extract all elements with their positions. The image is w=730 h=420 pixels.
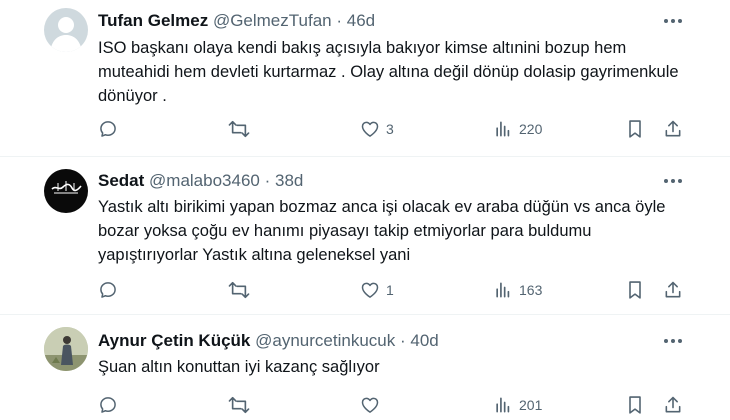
analytics-icon — [496, 282, 510, 298]
more-options-button[interactable] — [660, 330, 686, 352]
action-bar: 201 — [98, 394, 698, 416]
display-name[interactable]: Aynur Çetin Küçük — [98, 331, 250, 350]
reply-icon — [100, 282, 116, 298]
view-count: 220 — [519, 121, 543, 137]
separator-dot: · — [336, 11, 343, 30]
reply-icon — [100, 121, 116, 137]
retweet-button[interactable] — [228, 279, 256, 301]
timestamp[interactable]: 40d — [410, 331, 438, 350]
bookmark-icon — [629, 120, 641, 138]
views-button[interactable]: 163 — [493, 279, 542, 301]
heart-icon — [361, 397, 379, 413]
separator-dot: · — [399, 331, 406, 350]
ellipsis-icon — [664, 179, 682, 183]
reply-button[interactable] — [98, 394, 124, 416]
default-avatar-icon — [50, 17, 82, 52]
reply-button[interactable] — [98, 118, 124, 140]
like-count: 1 — [386, 282, 394, 298]
bookmark-button[interactable] — [626, 279, 644, 301]
views-button[interactable]: 220 — [493, 118, 542, 140]
separator-dot: · — [264, 171, 271, 190]
retweet-icon — [228, 120, 250, 138]
more-options-button[interactable] — [660, 170, 686, 192]
retweet-button[interactable] — [228, 118, 256, 140]
tweet-header: Aynur Çetin Küçük @aynurcetinkucuk · 40d — [98, 330, 439, 352]
analytics-icon — [496, 121, 510, 137]
like-button[interactable]: 3 — [360, 118, 394, 140]
share-button[interactable] — [663, 394, 683, 416]
photo-avatar-icon — [44, 327, 88, 371]
bookmark-icon — [629, 396, 641, 414]
views-button[interactable]: 201 — [493, 394, 542, 416]
share-button[interactable] — [663, 118, 683, 140]
user-handle[interactable]: @aynurcetinkucuk — [255, 331, 395, 350]
view-count: 201 — [519, 397, 543, 413]
tweet-2[interactable]: Sedat @malabo3460 · 38d Yastık altı biri… — [0, 157, 730, 315]
retweet-button[interactable] — [228, 394, 256, 416]
tweet-text: ISO başkanı olaya kendi bakış açısıyla b… — [98, 39, 684, 105]
avatar[interactable] — [44, 8, 88, 52]
user-handle[interactable]: @GelmezTufan — [213, 11, 332, 30]
calligraphy-avatar-icon — [51, 181, 82, 194]
bookmark-icon — [629, 281, 641, 299]
like-count: 3 — [386, 121, 394, 137]
display-name[interactable]: Tufan Gelmez — [98, 11, 208, 30]
like-button[interactable]: 1 — [360, 279, 394, 301]
avatar[interactable] — [44, 327, 88, 371]
ellipsis-icon — [664, 19, 682, 23]
tweet-header: Tufan Gelmez @GelmezTufan · 46d — [98, 10, 375, 32]
analytics-icon — [496, 397, 510, 413]
retweet-icon — [228, 396, 250, 414]
action-bar: 1 163 — [98, 279, 698, 301]
timestamp[interactable]: 46d — [347, 11, 375, 30]
bookmark-button[interactable] — [626, 394, 644, 416]
action-bar: 3 220 — [98, 118, 698, 140]
reply-icon — [100, 397, 116, 413]
share-button[interactable] — [663, 279, 683, 301]
tweet-text: Yastık altı birikimi yapan bozmaz anca i… — [98, 198, 670, 264]
retweet-icon — [228, 281, 250, 299]
heart-icon — [361, 282, 379, 298]
user-handle[interactable]: @malabo3460 — [149, 171, 260, 190]
view-count: 163 — [519, 282, 543, 298]
avatar[interactable] — [44, 169, 88, 213]
bookmark-button[interactable] — [626, 118, 644, 140]
ellipsis-icon — [664, 339, 682, 343]
tweet-header: Sedat @malabo3460 · 38d — [98, 170, 303, 192]
reply-button[interactable] — [98, 279, 124, 301]
display-name[interactable]: Sedat — [98, 171, 144, 190]
tweet-1[interactable]: Tufan Gelmez @GelmezTufan · 46d ISO başk… — [0, 0, 730, 157]
share-icon — [665, 281, 681, 298]
timestamp[interactable]: 38d — [275, 171, 303, 190]
share-icon — [665, 120, 681, 137]
like-button[interactable] — [360, 394, 386, 416]
tweet-3[interactable]: Aynur Çetin Küçük @aynurcetinkucuk · 40d… — [0, 315, 730, 420]
tweet-text: Şuan altın konuttan iyi kazanç sağlıyor — [98, 358, 380, 376]
heart-icon — [361, 121, 379, 137]
more-options-button[interactable] — [660, 10, 686, 32]
share-icon — [665, 396, 681, 413]
